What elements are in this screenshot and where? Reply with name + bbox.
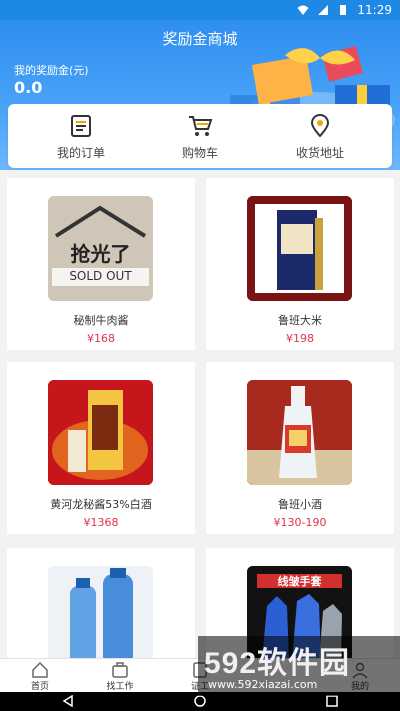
liquor-box-image: [48, 380, 153, 485]
recents-icon[interactable]: [326, 695, 338, 707]
tab-find-job[interactable]: 找工作: [80, 661, 160, 692]
product-image: [48, 566, 153, 658]
product-price: ¥168: [87, 332, 115, 345]
address-label: 收货地址: [295, 146, 344, 160]
product-image: [247, 380, 352, 485]
watermark-brand: 592软件园: [204, 647, 351, 680]
location-pin-icon: [310, 114, 330, 138]
gloves-banner-text: 线皱手套: [277, 575, 322, 588]
product-price: ¥1368: [83, 516, 119, 529]
battery-icon: [340, 5, 347, 15]
site-watermark: 592软件园 www.592xiazai.com: [198, 636, 400, 696]
my-orders-button[interactable]: 我的订单: [21, 114, 141, 162]
home-icon: [32, 661, 48, 678]
product-card[interactable]: 黄河龙秘酱53%白酒 ¥1368: [7, 362, 195, 534]
product-card[interactable]: [7, 548, 195, 658]
product-card[interactable]: 抢光了 SOLD OUT 秘制牛肉酱 ¥168: [7, 178, 195, 350]
product-name: 秘制牛肉酱: [73, 314, 129, 327]
product-image: [48, 380, 153, 485]
rice-box-image: [247, 196, 352, 301]
product-price: ¥130-190: [273, 516, 327, 529]
balance-value: 0.0: [14, 78, 43, 97]
sold-out-text: 抢光了: [70, 242, 131, 266]
cart-icon: [189, 116, 213, 136]
tab-home[interactable]: 首页: [0, 661, 80, 692]
back-icon[interactable]: [62, 695, 74, 707]
cart-label: 购物车: [181, 146, 218, 160]
orders-icon: [71, 115, 91, 137]
wifi-icon: [297, 5, 309, 15]
product-card[interactable]: 鲁班小酒 ¥130-190: [206, 362, 394, 534]
tab-home-label: 首页: [30, 682, 49, 692]
home-button-icon[interactable]: [194, 695, 206, 707]
cart-button[interactable]: 购物车: [140, 114, 260, 162]
briefcase-icon: [112, 662, 128, 678]
product-image: 抢光了 SOLD OUT: [48, 196, 153, 301]
shortcut-menu: 我的订单 购物车 收货地址: [8, 104, 392, 168]
status-time: 11:29: [357, 3, 392, 17]
watermark-url: www.592xiazai.com: [208, 678, 318, 691]
product-name: 鲁班小酒: [278, 498, 322, 511]
my-orders-label: 我的订单: [56, 146, 105, 160]
address-button[interactable]: 收货地址: [260, 114, 380, 162]
sold-out-english-text: SOLD OUT: [69, 269, 132, 283]
tab-find-job-label: 找工作: [106, 682, 134, 692]
product-grid: 抢光了 SOLD OUT 秘制牛肉酱 ¥168 鲁班大米 ¥198 黄河龙秘酱5…: [0, 172, 400, 658]
product-price: ¥198: [286, 332, 314, 345]
product-image: [247, 196, 352, 301]
signal-icon: [318, 5, 329, 15]
product-name: 鲁班大米: [278, 314, 322, 327]
status-bar: 11:29: [0, 0, 400, 20]
balance-label: 我的奖励金(元): [14, 64, 89, 77]
product-name: 黄河龙秘酱53%白酒: [50, 498, 152, 511]
product-card[interactable]: 鲁班大米 ¥198: [206, 178, 394, 350]
small-liquor-bottle-image: [247, 380, 352, 485]
water-bottle-image: [48, 566, 153, 658]
